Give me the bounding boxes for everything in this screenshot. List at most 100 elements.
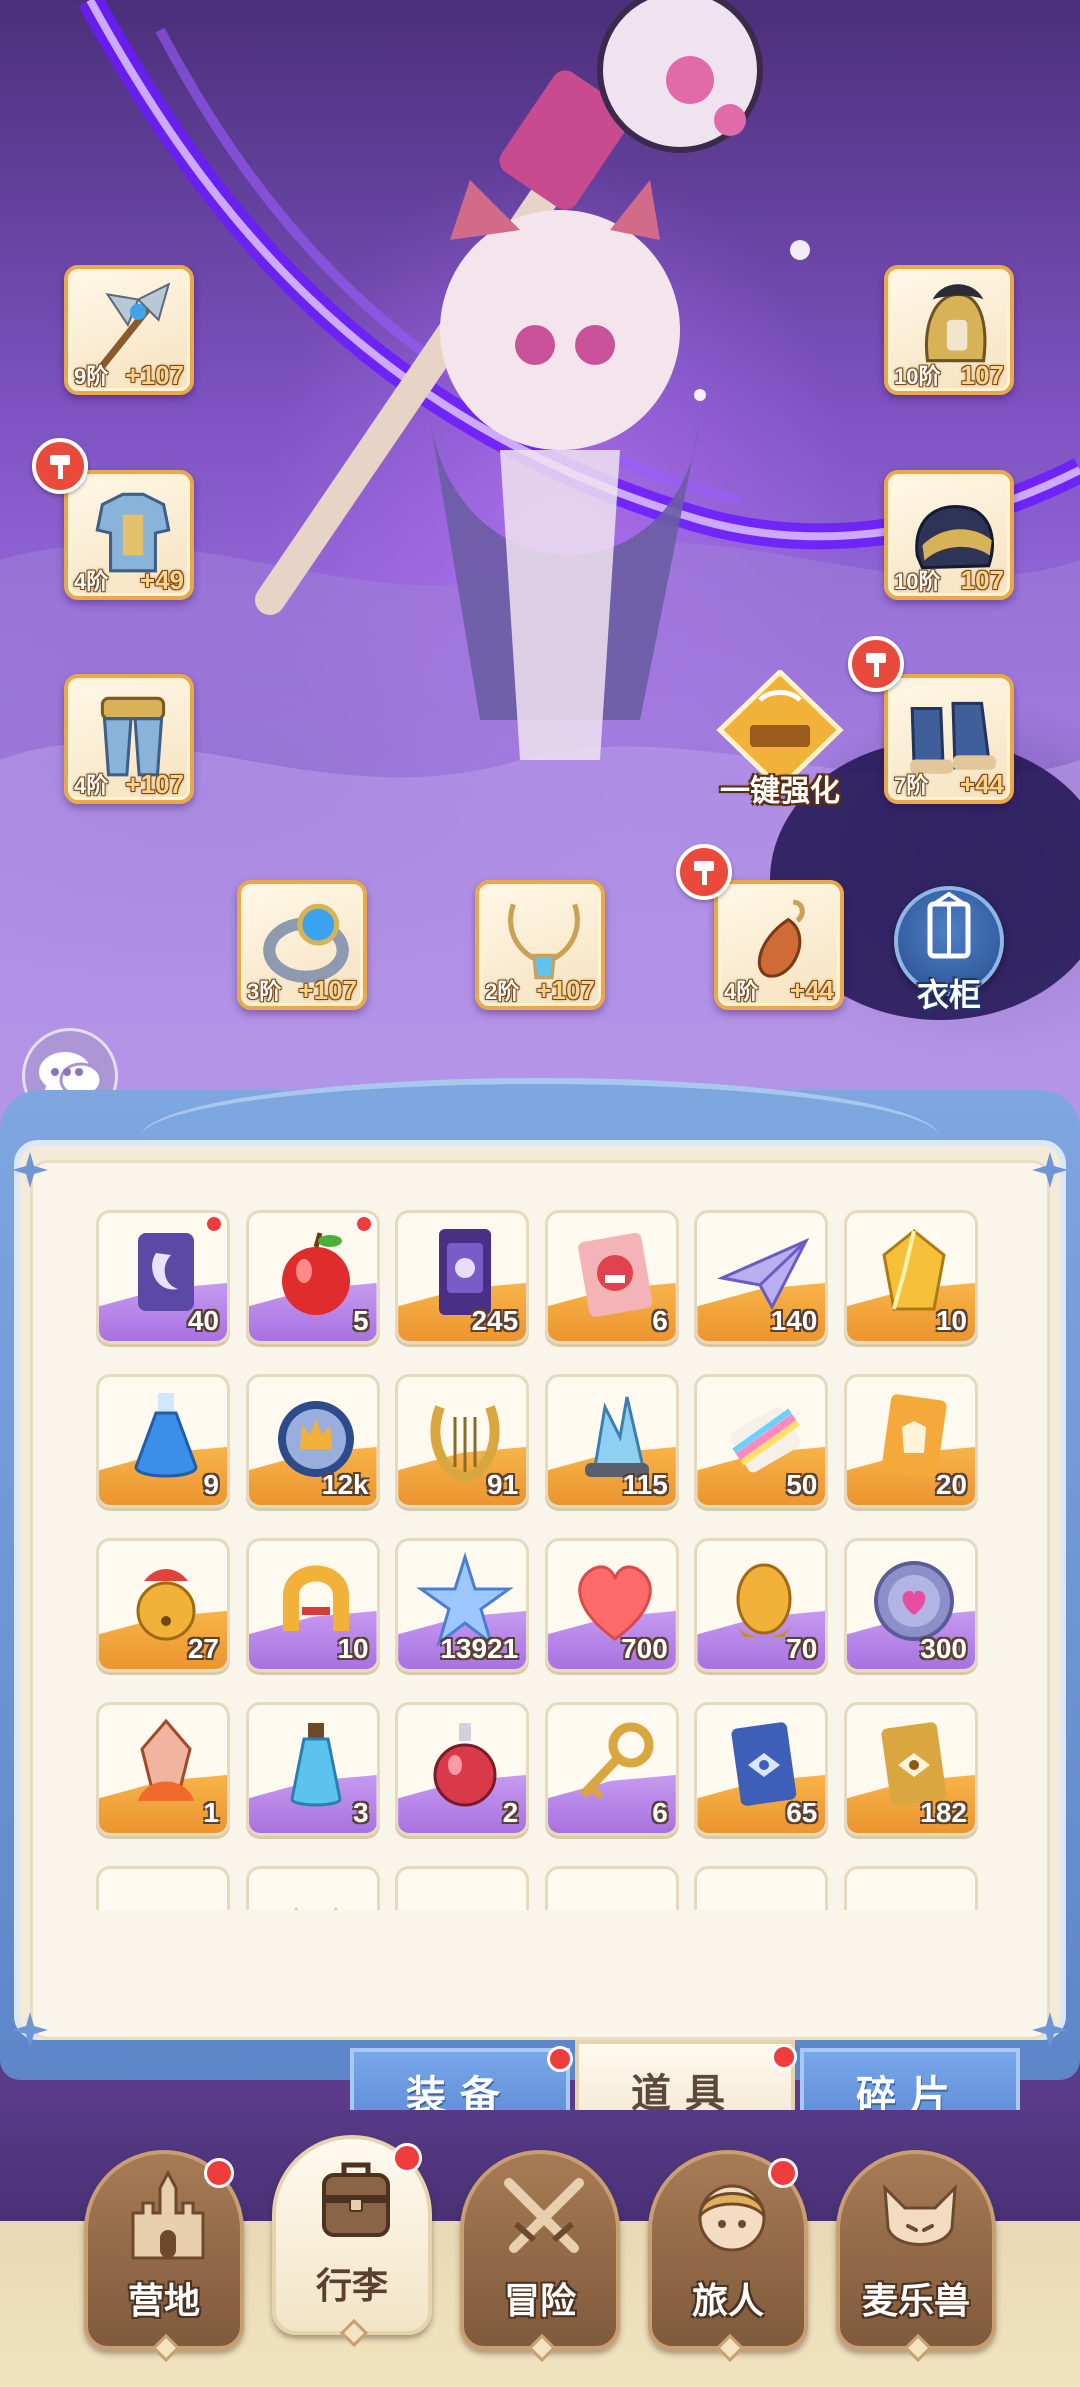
- equip-slot-headgear[interactable]: 10阶 107: [884, 470, 1014, 600]
- equip-slot-armor[interactable]: 4阶 +49: [64, 470, 194, 600]
- item-slot[interactable]: 40: [96, 1210, 230, 1344]
- item-slot[interactable]: 5: [245, 1210, 380, 1344]
- nav-travelers[interactable]: 旅人: [648, 2150, 808, 2363]
- item-slot[interactable]: 6: [544, 1210, 679, 1344]
- item-count: 3: [353, 1797, 369, 1828]
- item-slot[interactable]: 3: [245, 1702, 380, 1836]
- slot-bonus: +44: [959, 769, 1004, 799]
- item-count: 182: [920, 1797, 967, 1828]
- slot-tier: 4阶: [74, 569, 109, 594]
- nav-camp[interactable]: 营地: [84, 2150, 244, 2363]
- item-slot[interactable]: 10: [843, 1210, 978, 1344]
- backpack-icon: [322, 2162, 390, 2237]
- items-scroll-area[interactable]: 40 5 245 6 140 10 9 12k 91 115 50 20 27 10 13921 700 70 3…: [96, 1210, 988, 1910]
- item-slot[interactable]: [694, 1866, 829, 1910]
- items-grid: 40 5 245 6 140 10 9 12k 91 115 50 20 27 10 13921 700 70 3…: [96, 1210, 978, 1910]
- slot-bonus: 107: [960, 565, 1004, 595]
- red-potion-icon: [433, 1723, 497, 1807]
- item-count: 50: [786, 1469, 818, 1500]
- item-slot[interactable]: [544, 1866, 679, 1910]
- castle-icon: [131, 2169, 205, 2260]
- slot-tier: 10阶: [894, 569, 941, 594]
- item-slot[interactable]: 115: [544, 1374, 679, 1508]
- dome-item-icon: [415, 1879, 515, 1910]
- wardrobe-button[interactable]: 衣柜: [890, 882, 1008, 1013]
- item-count: 12k: [321, 1469, 369, 1500]
- gold-key-icon: [579, 1722, 654, 1800]
- equip-slot-boots[interactable]: 7阶 +44: [884, 674, 1014, 804]
- item-slot[interactable]: 13921: [395, 1538, 530, 1672]
- boots-icon: [910, 701, 996, 774]
- slot-tier: 3阶: [247, 979, 282, 1004]
- item-slot[interactable]: 91: [395, 1374, 530, 1508]
- blue-item-icon: [565, 1879, 665, 1910]
- equip-slot-necklace[interactable]: 2阶 +107: [475, 880, 605, 1010]
- character-scene: 9阶 +107 10阶 107 4阶 +49 10阶 107 4阶 +107 7…: [0, 0, 1080, 1150]
- corner-star-icon: [1032, 1152, 1068, 1188]
- item-slot[interactable]: 65: [694, 1702, 829, 1836]
- nav-label: 行李: [315, 2265, 388, 2306]
- item-slot[interactable]: 20: [843, 1374, 978, 1508]
- tab-notification-dot: [547, 2046, 573, 2072]
- item-count: 10: [337, 1633, 369, 1664]
- nav-luggage[interactable]: 行李: [272, 2135, 432, 2348]
- item-slot[interactable]: 300: [843, 1538, 978, 1672]
- item-count: 6: [652, 1797, 668, 1828]
- slot-bonus: +107: [125, 360, 184, 390]
- fox-item-icon: [864, 1879, 964, 1910]
- tab-notification-dot: [771, 2044, 797, 2070]
- nav-notification-dot: [768, 2158, 798, 2188]
- slot-bonus: +107: [536, 975, 595, 1005]
- equip-slot-weapon[interactable]: 9阶 +107: [64, 265, 194, 395]
- slot-bonus: +49: [139, 565, 184, 595]
- nav-adventure[interactable]: 冒险: [460, 2150, 620, 2363]
- slot-tier: 9阶: [74, 364, 109, 389]
- item-slot[interactable]: 10: [245, 1538, 380, 1672]
- item-slot[interactable]: 9: [96, 1374, 230, 1508]
- slot-tier: 10阶: [894, 364, 941, 389]
- upgrade-all-button[interactable]: 一键强化: [700, 668, 860, 820]
- nav-pets[interactable]: 麦乐兽: [836, 2150, 996, 2363]
- upgrade-hammer-icon: [676, 844, 732, 900]
- item-slot[interactable]: [96, 1866, 230, 1910]
- blue-potion-icon: [134, 1393, 198, 1478]
- item-slot[interactable]: 140: [694, 1210, 829, 1344]
- equip-slot-ring[interactable]: 3阶 +107: [237, 880, 367, 1010]
- item-slot[interactable]: [395, 1866, 530, 1910]
- item-slot[interactable]: [843, 1866, 978, 1910]
- equip-slot-helmet[interactable]: 10阶 107: [884, 265, 1014, 395]
- item-slot[interactable]: 27: [96, 1538, 230, 1672]
- equip-slot-leggings[interactable]: 4阶 +107: [64, 674, 194, 804]
- item-slot[interactable]: 1: [96, 1702, 230, 1836]
- equip-slot-charm[interactable]: 4阶 +44: [714, 880, 844, 1010]
- leaf-item-icon: [714, 1879, 814, 1910]
- item-count: 70: [786, 1633, 818, 1664]
- item-slot[interactable]: 70: [694, 1538, 829, 1672]
- item-slot[interactable]: 6: [544, 1702, 679, 1836]
- item-slot[interactable]: 245: [395, 1210, 530, 1344]
- item-count: 1: [203, 1797, 219, 1828]
- slot-bonus: +107: [125, 769, 184, 799]
- nav-label: 旅人: [691, 2280, 764, 2321]
- slot-tier: 4阶: [74, 773, 109, 798]
- item-slot[interactable]: 12k: [245, 1374, 380, 1508]
- item-count: 5: [353, 1305, 369, 1336]
- item-count: 27: [187, 1633, 219, 1664]
- item-slot[interactable]: 182: [843, 1702, 978, 1836]
- item-slot[interactable]: 50: [694, 1374, 829, 1508]
- item-slot[interactable]: 700: [544, 1538, 679, 1672]
- wardrobe-label: 衣柜: [916, 977, 981, 1013]
- item-slot[interactable]: 2: [395, 1702, 530, 1836]
- nav-notification-dot: [392, 2143, 422, 2173]
- apple-icon: [281, 1232, 350, 1315]
- item-count: 20: [935, 1469, 967, 1500]
- fox-pet-icon: [883, 2184, 957, 2246]
- chest-armor-icon: [95, 492, 171, 573]
- item-count: 13921: [440, 1633, 519, 1664]
- item-count: 2: [502, 1797, 519, 1828]
- cat-item-icon: [294, 1907, 337, 1910]
- item-slot[interactable]: [245, 1866, 380, 1910]
- item-notification-dot: [354, 1215, 373, 1233]
- item-count: 91: [487, 1469, 519, 1500]
- fire-crystal-icon: [138, 1718, 194, 1801]
